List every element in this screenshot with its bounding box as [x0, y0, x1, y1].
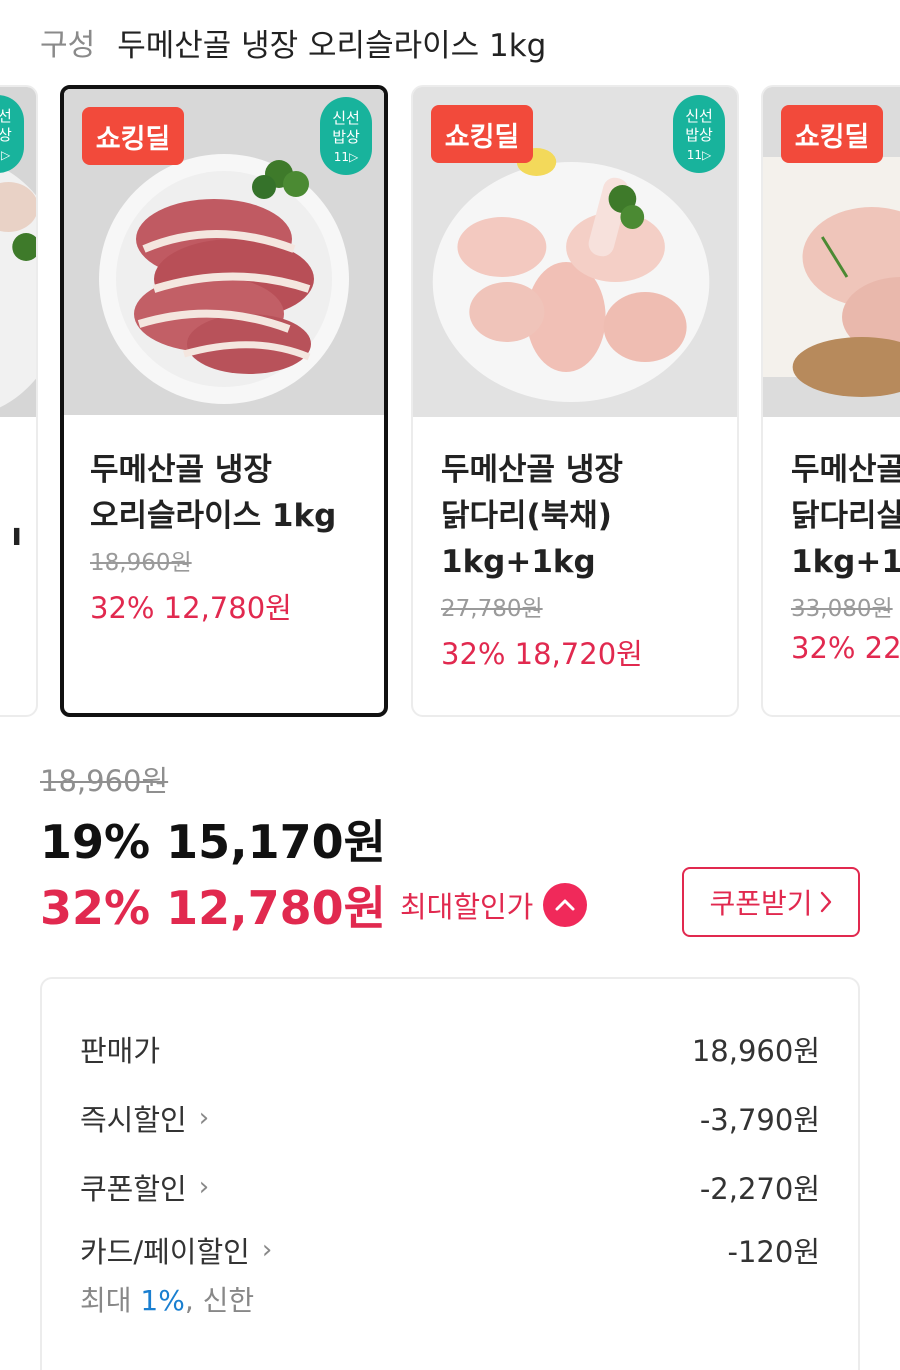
product-title-line: 닭다리살 — [791, 498, 900, 534]
card-discount-note: 최대 1%, 신한 — [80, 1284, 255, 1317]
max-discount-price: 32% 12,780원 최대할인가 — [40, 872, 588, 938]
product-sale-price: 32% 12,780원 — [90, 591, 292, 625]
product-title-line: 오리슬라이스 1kg — [90, 498, 337, 534]
product-original-price: 33,080원 — [791, 596, 893, 622]
chevron-right-icon: › — [198, 1103, 210, 1133]
product-title-line: 두메산골 냉장 — [90, 452, 272, 488]
current-price: 19% 15,170원 — [40, 815, 386, 869]
product-title-line: 두메산골 냉장 — [441, 452, 623, 488]
product-sale-price: 32% 22, — [791, 631, 900, 665]
get-coupon-label: 쿠폰받기 — [709, 887, 813, 920]
chevron-right-icon: › — [261, 1235, 273, 1265]
product-info: 두메산골 냉장 닭다리(북채) 1kg+1kg 27,780원 32% 18,7… — [441, 447, 727, 673]
breakdown-row-coupon-discount[interactable]: 쿠폰할인 › -2,270원 — [80, 1165, 820, 1209]
product-info: 두메산골 닭다리살 1kg+1k 33,080원 32% 22, — [791, 447, 900, 665]
chevron-right-icon — [820, 891, 831, 913]
product-carousel[interactable]: 신선밥상11▷ ı 쇼킹딜 — [0, 85, 900, 725]
get-coupon-button[interactable]: 쿠폰받기 — [682, 867, 860, 937]
breakdown-value: 18,960원 — [691, 1034, 820, 1068]
breakdown-label: 쿠폰할인 — [80, 1172, 187, 1206]
composition-label: 구성 — [40, 28, 96, 63]
fresh-badge: 신선밥상11▷ — [320, 97, 372, 175]
fresh-badge: 신선밥상11▷ — [673, 95, 725, 173]
breakdown-value: -3,790원 — [699, 1103, 820, 1137]
breakdown-label: 즉시할인 — [80, 1103, 187, 1137]
breakdown-label: 판매가 — [80, 1034, 161, 1068]
max-discount-label: 최대할인가 — [399, 890, 534, 924]
card-discount-pct: 1% — [140, 1284, 185, 1317]
composition-value: 두메산골 냉장 오리슬라이스 1kg — [117, 27, 547, 64]
product-info: ı — [0, 512, 26, 558]
breakdown-row-sale-price: 판매가 18,960원 — [80, 1027, 820, 1071]
breakdown-value: -2,270원 — [699, 1172, 820, 1206]
product-original-price: 27,780원 — [441, 596, 543, 622]
shocking-deal-badge: 쇼킹딜 — [431, 105, 533, 163]
product-title-line: 1kg+1k — [791, 544, 900, 580]
max-discount-value: 32% 12,780원 — [40, 881, 386, 935]
product-title-line: 두메산골 — [791, 452, 900, 488]
product-card-selected[interactable]: 쇼킹딜 신선 밥상 11▷ 두메산골 냉장 오리슬라이스 1kg 18,960원 3… — [60, 85, 388, 717]
product-title-line: 닭다리(북채) — [441, 498, 612, 534]
product-sale-price: 32% 18,720원 — [441, 637, 643, 671]
breakdown-value: -120원 — [727, 1235, 821, 1269]
original-price: 18,960원 — [40, 764, 169, 798]
product-title-line: 1kg+1kg — [441, 544, 596, 580]
breakdown-label: 카드/페이할인 — [80, 1235, 250, 1269]
product-title-fragment: ı — [11, 517, 22, 553]
price-breakdown-panel: 판매가 18,960원 즉시할인 › -3,790원 쿠폰할인 › -2,270원 … — [40, 977, 860, 1370]
composition-header: 구성 두메산골 냉장 오리슬라이스 1kg — [40, 20, 546, 64]
product-card[interactable]: 쇼킹딜 신선 밥상 11▷ 두메산골 냉장 닭다리(북채) 1kg+1kg 27,7… — [411, 85, 739, 717]
shocking-deal-badge: 쇼킹딜 — [82, 107, 184, 165]
product-card[interactable]: 쇼킹딜 두메산골 닭다리살 1kg+1k 33,080원 32% 22, — [761, 85, 900, 717]
chevron-up-icon[interactable] — [543, 883, 588, 927]
product-card[interactable]: 신선밥상11▷ ı — [0, 85, 38, 717]
product-info: 두메산골 냉장 오리슬라이스 1kg 18,960원 32% 12,780원 — [90, 447, 374, 627]
breakdown-row-card-discount[interactable]: 카드/페이할인 › -120원 — [80, 1228, 820, 1272]
shocking-deal-badge: 쇼킹딜 — [781, 105, 883, 163]
breakdown-row-instant-discount[interactable]: 즉시할인 › -3,790원 — [80, 1096, 820, 1140]
chevron-right-icon: › — [198, 1172, 210, 1202]
product-original-price: 18,960원 — [90, 550, 192, 576]
